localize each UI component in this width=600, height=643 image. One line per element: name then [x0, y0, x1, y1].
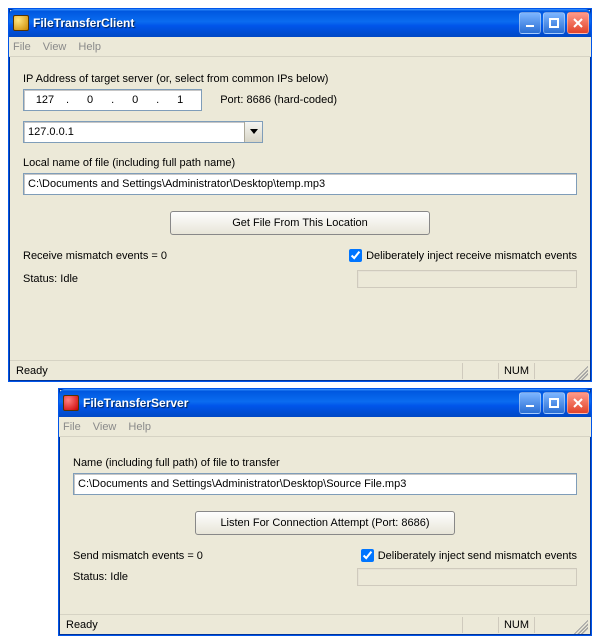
client-menubar: File View Help [9, 37, 591, 57]
mismatch-counter: Receive mismatch events = 0 [23, 250, 167, 262]
inject-mismatch-checkbox-wrap[interactable]: Deliberately inject receive mismatch eve… [349, 249, 577, 262]
statusbar-cell [462, 363, 498, 379]
file-path-input[interactable] [23, 173, 577, 195]
menu-help[interactable]: Help [128, 421, 151, 433]
resize-grip-icon[interactable] [570, 362, 588, 380]
server-titlebar[interactable]: FileTransferServer [59, 389, 591, 417]
inject-mismatch-checkbox[interactable] [361, 549, 374, 562]
chevron-down-icon [250, 129, 258, 135]
ip-octet-2[interactable] [71, 93, 109, 107]
menu-view[interactable]: View [93, 421, 117, 433]
app-icon [13, 15, 29, 31]
client-titlebar[interactable]: FileTransferClient [9, 9, 591, 37]
ip-label: IP Address of target server (or, select … [23, 73, 577, 85]
server-window: FileTransferServer File View Help Name (… [58, 388, 592, 636]
inject-mismatch-checkbox[interactable] [349, 249, 362, 262]
minimize-button[interactable] [519, 12, 541, 34]
file-path-input[interactable] [73, 473, 577, 495]
get-file-button[interactable]: Get File From This Location [170, 211, 430, 235]
server-title: FileTransferServer [83, 396, 519, 410]
statusbar-cell [534, 617, 570, 633]
statusbar-cell [462, 617, 498, 633]
client-window: FileTransferClient File View Help IP Add… [8, 8, 592, 382]
minimize-icon [525, 18, 535, 28]
maximize-icon [549, 398, 559, 408]
inject-mismatch-label: Deliberately inject send mismatch events [378, 550, 577, 562]
resize-grip-icon[interactable] [570, 616, 588, 634]
maximize-button[interactable] [543, 392, 565, 414]
inject-mismatch-label: Deliberately inject receive mismatch eve… [366, 250, 577, 262]
ip-dot: . [64, 94, 71, 106]
listen-button[interactable]: Listen For Connection Attempt (Port: 868… [195, 511, 455, 535]
close-button[interactable] [567, 392, 589, 414]
ip-octet-4[interactable] [161, 93, 199, 107]
statusbar-cell [534, 363, 570, 379]
minimize-button[interactable] [519, 392, 541, 414]
menu-view[interactable]: View [43, 41, 67, 53]
server-statusbar: Ready NUM [60, 614, 590, 634]
ip-octet-1[interactable] [26, 93, 64, 107]
file-path-label: Name (including full path) of file to tr… [73, 457, 577, 469]
common-ip-dropdown[interactable]: 127.0.0.1 [23, 121, 263, 143]
app-icon [63, 395, 79, 411]
maximize-icon [549, 18, 559, 28]
server-menubar: File View Help [59, 417, 591, 437]
menu-file[interactable]: File [13, 41, 31, 53]
mismatch-counter: Send mismatch events = 0 [73, 550, 203, 562]
statusbar-ready: Ready [12, 365, 462, 377]
port-label: Port: 8686 (hard-coded) [220, 94, 337, 106]
statusbar-num: NUM [498, 617, 534, 633]
statusbar-num: NUM [498, 363, 534, 379]
close-icon [573, 398, 583, 408]
statusbar-ready: Ready [62, 619, 462, 631]
dropdown-selected: 127.0.0.1 [28, 126, 244, 138]
client-statusbar: Ready NUM [10, 360, 590, 380]
ip-octet-3[interactable] [116, 93, 154, 107]
status-label: Status: Idle [73, 571, 128, 583]
ip-dot: . [109, 94, 116, 106]
close-icon [573, 18, 583, 28]
menu-file[interactable]: File [63, 421, 81, 433]
status-label: Status: Idle [23, 273, 78, 285]
status-value-box [357, 270, 577, 288]
client-title: FileTransferClient [33, 16, 519, 30]
maximize-button[interactable] [543, 12, 565, 34]
inject-mismatch-checkbox-wrap[interactable]: Deliberately inject send mismatch events [361, 549, 577, 562]
file-path-label: Local name of file (including full path … [23, 157, 577, 169]
minimize-icon [525, 398, 535, 408]
menu-help[interactable]: Help [78, 41, 101, 53]
dropdown-button[interactable] [244, 122, 262, 142]
ip-input[interactable]: . . . [23, 89, 202, 111]
ip-dot: . [154, 94, 161, 106]
close-button[interactable] [567, 12, 589, 34]
status-value-box [357, 568, 577, 586]
